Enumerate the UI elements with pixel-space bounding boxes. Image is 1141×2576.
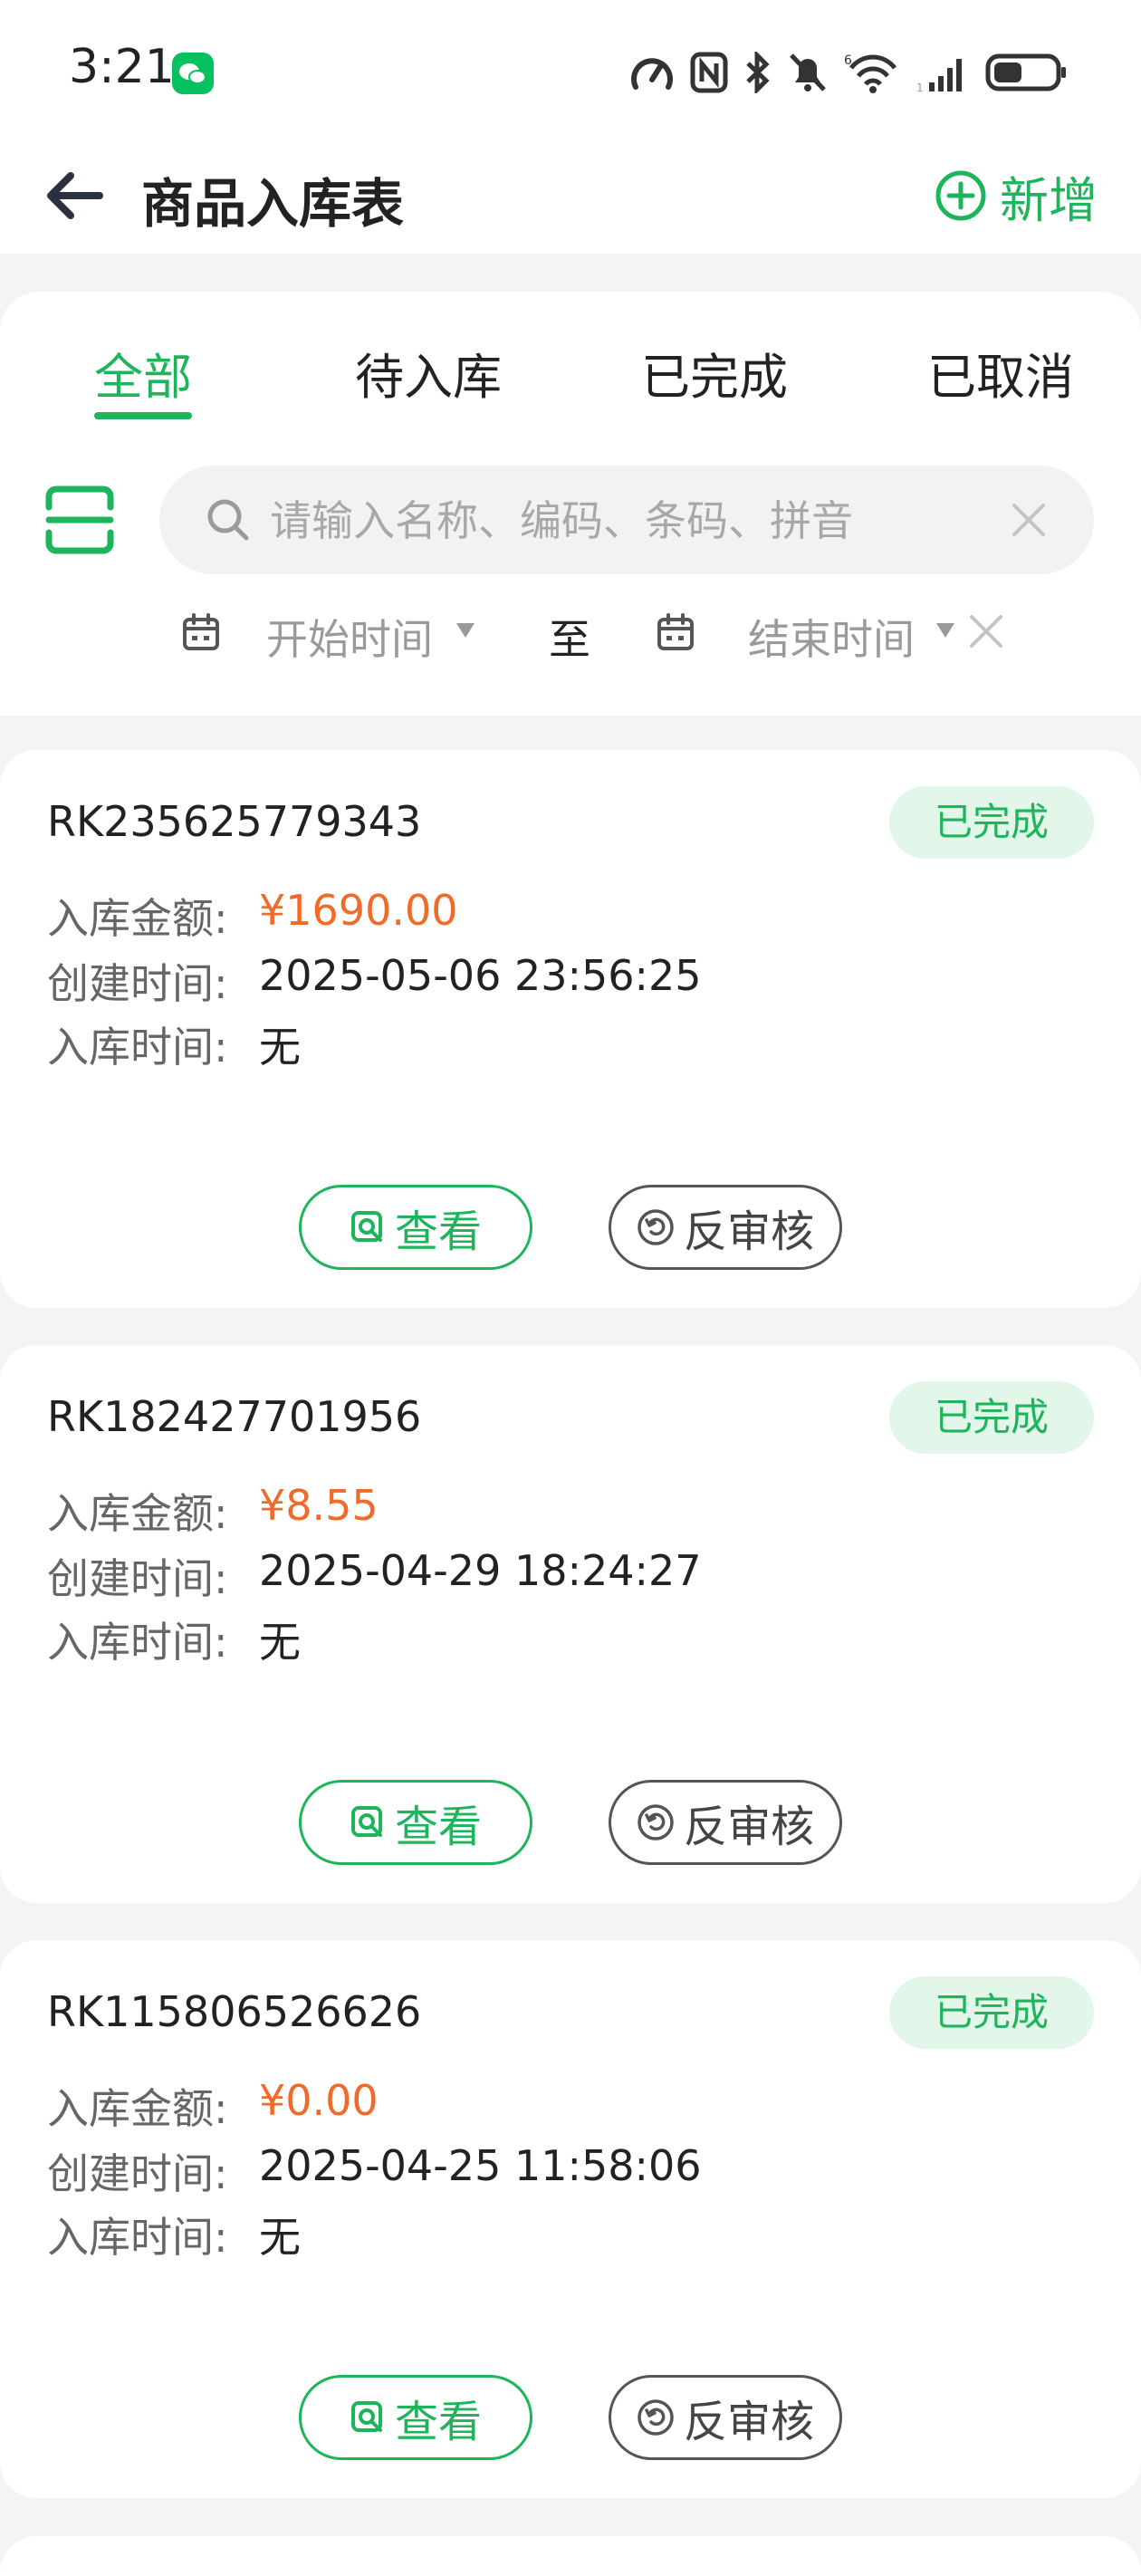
filter-panel: 全部 待入库 已完成 已取消 请输入名称、编码、条码、拼音 开始时间 至 结束时… — [0, 292, 1141, 716]
status-tabs: 全部 待入库 已完成 已取消 — [0, 337, 1141, 437]
view-icon — [350, 1211, 382, 1242]
add-circle-icon — [935, 170, 986, 221]
clear-search-icon[interactable] — [1009, 500, 1049, 540]
reverse-audit-label: 反审核 — [683, 2397, 814, 2447]
calendar-icon[interactable] — [181, 612, 221, 652]
order-card: RK115806526626 已完成 入库金额: ¥0.00 创建时间: 202… — [0, 1940, 1141, 2498]
stocked-value: 无 — [259, 1023, 301, 1072]
reverse-audit-button[interactable]: 反审核 — [609, 1780, 842, 1865]
created-value: 2025-04-25 11:58:06 — [259, 2141, 702, 2190]
search-icon — [205, 496, 252, 543]
scan-icon[interactable] — [43, 484, 116, 556]
created-value: 2025-05-06 23:56:25 — [259, 951, 702, 1000]
stocked-value: 无 — [259, 1618, 301, 1667]
amount-label: 入库金额: — [47, 2084, 228, 2133]
amount-label: 入库金额: — [47, 1489, 228, 1538]
end-date-caret-icon[interactable] — [935, 621, 956, 639]
bluetooth-icon — [746, 52, 770, 93]
created-row: 创建时间: 2025-04-29 18:24:27 — [47, 1546, 702, 1606]
nfc-icon — [690, 52, 728, 93]
status-bar: 3:21 6 1 — [0, 0, 1141, 136]
search-box — [159, 466, 1094, 574]
order-number: RK235625779343 — [47, 797, 422, 846]
date-separator: 至 — [549, 615, 590, 664]
created-label: 创建时间: — [47, 959, 228, 1008]
stocked-row: 入库时间: 无 — [47, 1014, 301, 1074]
created-value: 2025-04-29 18:24:27 — [259, 1546, 702, 1595]
amount-row: 入库金额: ¥1690.00 — [47, 886, 458, 946]
signal-badge: 1 — [916, 82, 924, 93]
order-card-partial — [0, 2536, 1141, 2576]
start-date-caret-icon[interactable] — [455, 621, 476, 639]
undo-icon — [638, 2399, 674, 2436]
created-label: 创建时间: — [47, 1554, 228, 1603]
reverse-audit-label: 反审核 — [683, 1206, 814, 1257]
view-button[interactable]: 查看 — [299, 1185, 532, 1270]
add-button[interactable]: 新增 — [935, 161, 1098, 230]
stocked-row: 入库时间: 无 — [47, 1610, 301, 1669]
end-date-field[interactable]: 结束时间 — [748, 607, 915, 667]
created-row: 创建时间: 2025-05-06 23:56:25 — [47, 951, 702, 1011]
mute-bell-icon — [790, 53, 826, 91]
calendar-icon[interactable] — [656, 612, 695, 652]
view-button[interactable]: 查看 — [299, 1780, 532, 1865]
undo-icon — [638, 1804, 674, 1841]
order-card: RK182427701956 已完成 入库金额: ¥8.55 创建时间: 202… — [0, 1345, 1141, 1903]
view-icon — [350, 2401, 382, 2432]
view-button-label: 查看 — [394, 2397, 482, 2447]
view-icon — [350, 1806, 382, 1837]
status-time: 3:21 — [69, 40, 175, 94]
wifi-icon: 6 — [844, 53, 896, 93]
stocked-label: 入库时间: — [47, 1618, 228, 1667]
tab-cancelled-label: 已取消 — [927, 349, 1074, 406]
back-arrow-icon[interactable] — [42, 163, 107, 228]
amount-value: ¥8.55 — [259, 1481, 379, 1530]
tab-completed[interactable]: 已完成 — [641, 337, 788, 409]
stocked-label: 入库时间: — [47, 2213, 228, 2262]
reverse-audit-button[interactable]: 反审核 — [609, 1185, 842, 1270]
status-icons: 6 1 — [630, 45, 1069, 100]
battery-icon — [985, 53, 1066, 91]
search-input[interactable] — [270, 489, 976, 553]
amount-value: ¥0.00 — [259, 2076, 379, 2125]
order-number: RK182427701956 — [47, 1392, 422, 1441]
date-range-filter: 开始时间 至 结束时间 — [0, 600, 1141, 672]
reverse-audit-button[interactable]: 反审核 — [609, 2375, 842, 2460]
stocked-value: 无 — [259, 2213, 301, 2262]
signal-icon: 1 — [916, 59, 962, 93]
amount-row: 入库金额: ¥8.55 — [47, 1481, 379, 1541]
tab-all-label: 全部 — [94, 349, 192, 406]
start-date-field[interactable]: 开始时间 — [266, 607, 433, 667]
view-button-label: 查看 — [394, 1802, 482, 1852]
status-badge: 已完成 — [889, 786, 1094, 859]
status-badge: 已完成 — [889, 1381, 1094, 1454]
speedometer-icon — [631, 58, 673, 90]
order-number: RK115806526626 — [47, 1987, 422, 2036]
created-row: 创建时间: 2025-04-25 11:58:06 — [47, 2141, 702, 2201]
tab-completed-label: 已完成 — [641, 349, 788, 406]
reverse-audit-label: 反审核 — [683, 1802, 814, 1852]
amount-value: ¥1690.00 — [259, 886, 458, 935]
amount-label: 入库金额: — [47, 894, 228, 943]
tab-pending[interactable]: 待入库 — [355, 337, 502, 409]
page-title: 商品入库表 — [141, 173, 405, 235]
undo-icon — [638, 1209, 674, 1245]
view-button-label: 查看 — [394, 1206, 482, 1257]
created-label: 创建时间: — [47, 2149, 228, 2198]
add-button-label: 新增 — [1000, 171, 1098, 229]
tab-active-indicator — [94, 412, 192, 419]
status-badge: 已完成 — [889, 1976, 1094, 2049]
tab-all[interactable]: 全部 — [94, 337, 192, 419]
stocked-row: 入库时间: 无 — [47, 2205, 301, 2264]
stocked-label: 入库时间: — [47, 1023, 228, 1072]
wechat-notification-icon — [172, 53, 214, 94]
amount-row: 入库金额: ¥0.00 — [47, 2076, 379, 2136]
order-card: RK235625779343 已完成 入库金额: ¥1690.00 创建时间: … — [0, 750, 1141, 1308]
view-button[interactable]: 查看 — [299, 2375, 532, 2460]
tab-pending-label: 待入库 — [355, 349, 502, 406]
clear-date-icon[interactable] — [967, 612, 1005, 650]
tab-cancelled[interactable]: 已取消 — [927, 337, 1074, 409]
app-header: 商品入库表 新增 — [0, 136, 1141, 254]
